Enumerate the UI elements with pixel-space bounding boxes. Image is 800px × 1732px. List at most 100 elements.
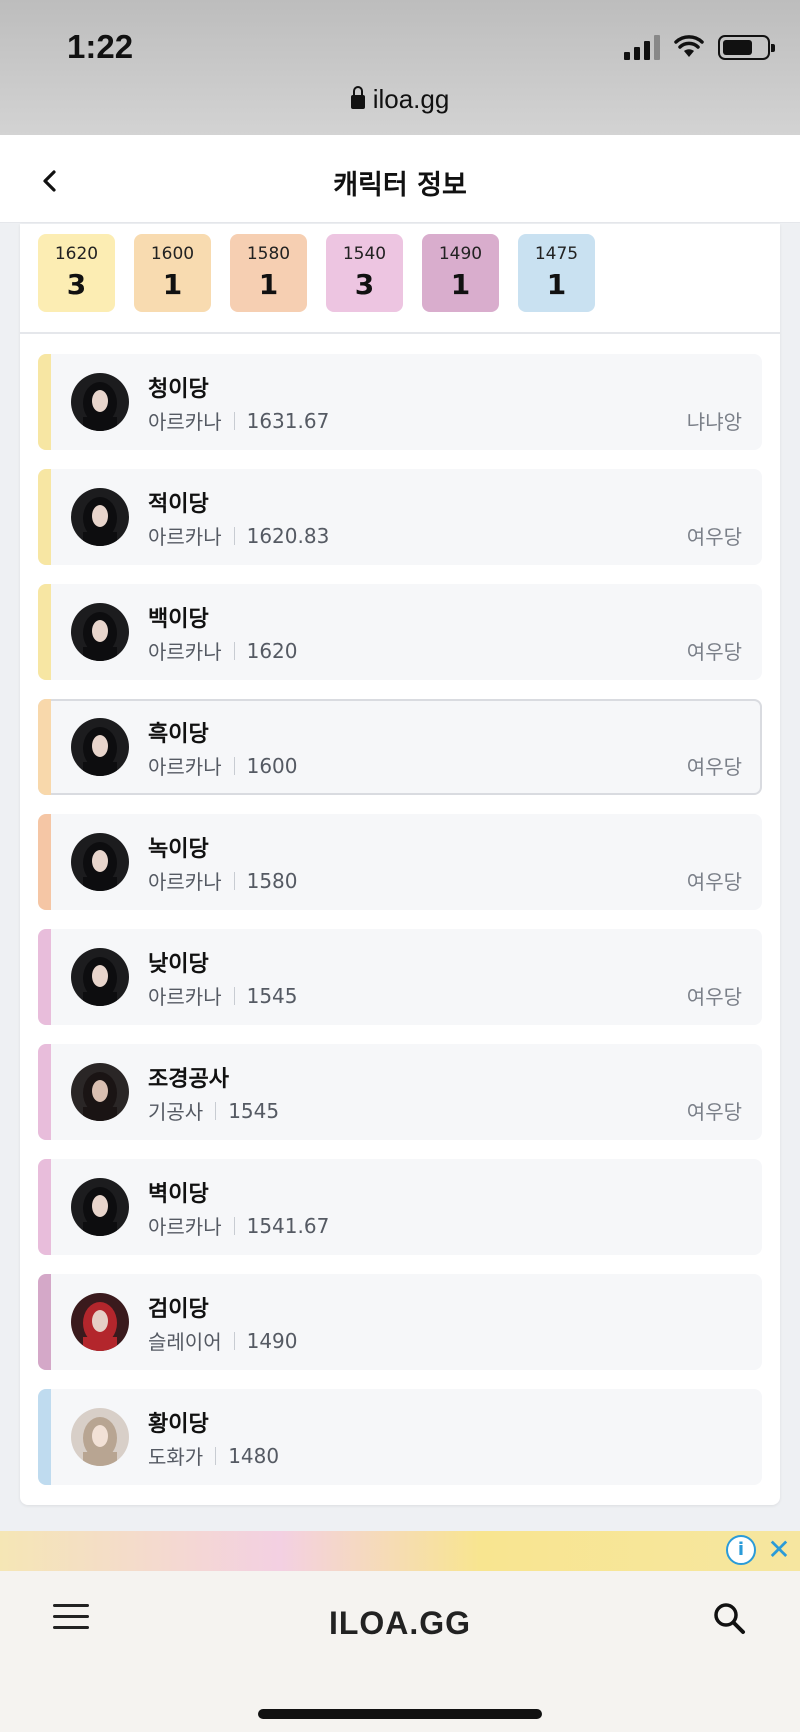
level-chip-group: 1620 3 1600 1 1580 1 1540 3 1490 1 1475 1 (38, 234, 595, 312)
character-card: 1620 3 1600 1 1580 1 1540 3 1490 1 1475 1 청이당 아르카나 16… (20, 224, 780, 1505)
character-class: 기공사 (148, 1100, 204, 1124)
level-chip[interactable]: 1540 3 (326, 234, 403, 312)
character-row[interactable]: 적이당 아르카나 1620.83 여우당 (38, 469, 762, 565)
character-meta: 아르카나 1620.83 (148, 521, 329, 550)
wifi-icon (674, 35, 704, 57)
character-row[interactable]: 검이당슬레이어 1490 (38, 1274, 762, 1370)
avatar (71, 373, 129, 431)
chip-count: 1 (258, 268, 279, 301)
meta-separator (233, 756, 235, 775)
meta-separator (215, 1446, 217, 1465)
search-icon (714, 1603, 745, 1634)
chip-level: 1540 (342, 244, 387, 264)
lock-icon (350, 86, 365, 109)
avatar (71, 488, 129, 546)
meta-separator (233, 1216, 235, 1235)
character-name: 조경공사 (148, 1067, 229, 1092)
meta-separator (233, 641, 235, 660)
level-chip[interactable]: 1490 1 (422, 234, 499, 312)
server-name: 여우당 (686, 1100, 742, 1124)
chip-count: 3 (354, 268, 375, 301)
chip-count: 1 (450, 268, 471, 301)
chip-count: 3 (66, 268, 87, 301)
level-color-bar (38, 469, 51, 565)
meta-separator (233, 411, 235, 430)
avatar (71, 833, 129, 891)
character-meta: 아르카나 1545 (148, 981, 298, 1010)
chip-level: 1490 (438, 244, 483, 264)
character-name: 청이당 (148, 377, 209, 402)
character-row[interactable]: 낮이당아르카나 1545 여우당 (38, 929, 762, 1025)
level-chip[interactable]: 1475 1 (518, 234, 595, 312)
character-meta: 아르카나 1580 (148, 866, 298, 895)
brand-logo[interactable]: ILOA.GG (0, 1605, 800, 1642)
character-class: 아르카나 (148, 870, 222, 894)
server-name: 여우당 (686, 985, 742, 1009)
character-meta: 아르카나 1631.67 (148, 406, 329, 435)
chip-count: 1 (162, 268, 183, 301)
level-chip[interactable]: 1580 1 (230, 234, 307, 312)
chip-level: 1600 (150, 244, 195, 264)
level-color-bar (38, 1274, 51, 1370)
character-row[interactable]: 벽이당아르카나 1541.67 (38, 1159, 762, 1255)
level-color-bar (38, 1389, 51, 1485)
server-name: 여우당 (686, 870, 742, 894)
character-name: 낮이당 (148, 952, 209, 977)
character-row[interactable]: 황이당 도화가 1480 (38, 1389, 762, 1485)
character-name: 백이당 (148, 607, 209, 632)
character-row[interactable]: 조경공사기공사 1545 여우당 (38, 1044, 762, 1140)
character-meta: 아르카나 1620 (148, 636, 298, 665)
item-level: 1545 (228, 1098, 280, 1123)
item-level: 1545 (246, 983, 298, 1008)
server-name: 여우당 (686, 755, 742, 779)
chip-level: 1620 (54, 244, 99, 264)
character-class: 아르카나 (148, 640, 222, 664)
level-chip[interactable]: 1600 1 (134, 234, 211, 312)
character-class: 도화가 (148, 1445, 204, 1469)
search-button[interactable] (710, 1599, 750, 1639)
avatar (71, 1293, 129, 1351)
meta-separator (233, 986, 235, 1005)
status-time: 1:22 (67, 28, 134, 65)
character-class: 아르카나 (148, 410, 222, 434)
item-level: 1631.67 (246, 408, 330, 433)
character-meta: 아르카나 1600 (148, 751, 298, 780)
avatar (71, 948, 129, 1006)
level-color-bar (38, 1159, 51, 1255)
home-indicator (258, 1709, 542, 1719)
character-name: 흑이당 (148, 722, 209, 747)
character-meta: 아르카나 1541.67 (148, 1211, 329, 1240)
cellular-signal-icon (624, 34, 660, 60)
item-level: 1490 (246, 1328, 298, 1353)
ad-banner[interactable]: i ✕ (0, 1531, 800, 1571)
character-name: 벽이당 (148, 1182, 209, 1207)
close-icon[interactable]: ✕ (764, 1535, 794, 1565)
divider (20, 332, 780, 334)
level-color-bar (38, 584, 51, 680)
character-meta: 슬레이어 1490 (148, 1326, 298, 1355)
level-color-bar (38, 354, 51, 450)
ad-controls: i ✕ (726, 1535, 794, 1565)
character-row[interactable]: 녹이당 아르카나 1580 여우당 (38, 814, 762, 910)
server-name: 여우당 (686, 640, 742, 664)
avatar (71, 1063, 129, 1121)
bottom-navigation: ILOA.GG (0, 1571, 800, 1732)
character-row[interactable]: 백이당아르카나 1620 여우당 (38, 584, 762, 680)
info-icon[interactable]: i (726, 1535, 756, 1565)
chip-level: 1580 (246, 244, 291, 264)
item-level: 1541.67 (246, 1213, 330, 1238)
level-chip[interactable]: 1620 3 (38, 234, 115, 312)
chip-count: 1 (546, 268, 567, 301)
meta-separator (233, 871, 235, 890)
character-class: 아르카나 (148, 755, 222, 779)
character-meta: 도화가 1480 (148, 1441, 279, 1470)
meta-separator (215, 1101, 217, 1120)
character-row[interactable]: 청이당 아르카나 1631.67 냐냐앙 (38, 354, 762, 450)
url-bar[interactable]: iloa.gg (0, 84, 800, 115)
item-level: 1580 (246, 868, 298, 893)
character-name: 검이당 (148, 1297, 209, 1322)
character-row[interactable]: 흑이당아르카나 1600 여우당 (38, 699, 762, 795)
avatar (71, 718, 129, 776)
page-title: 캐릭터 정보 (333, 170, 467, 201)
character-meta: 기공사 1545 (148, 1096, 279, 1125)
